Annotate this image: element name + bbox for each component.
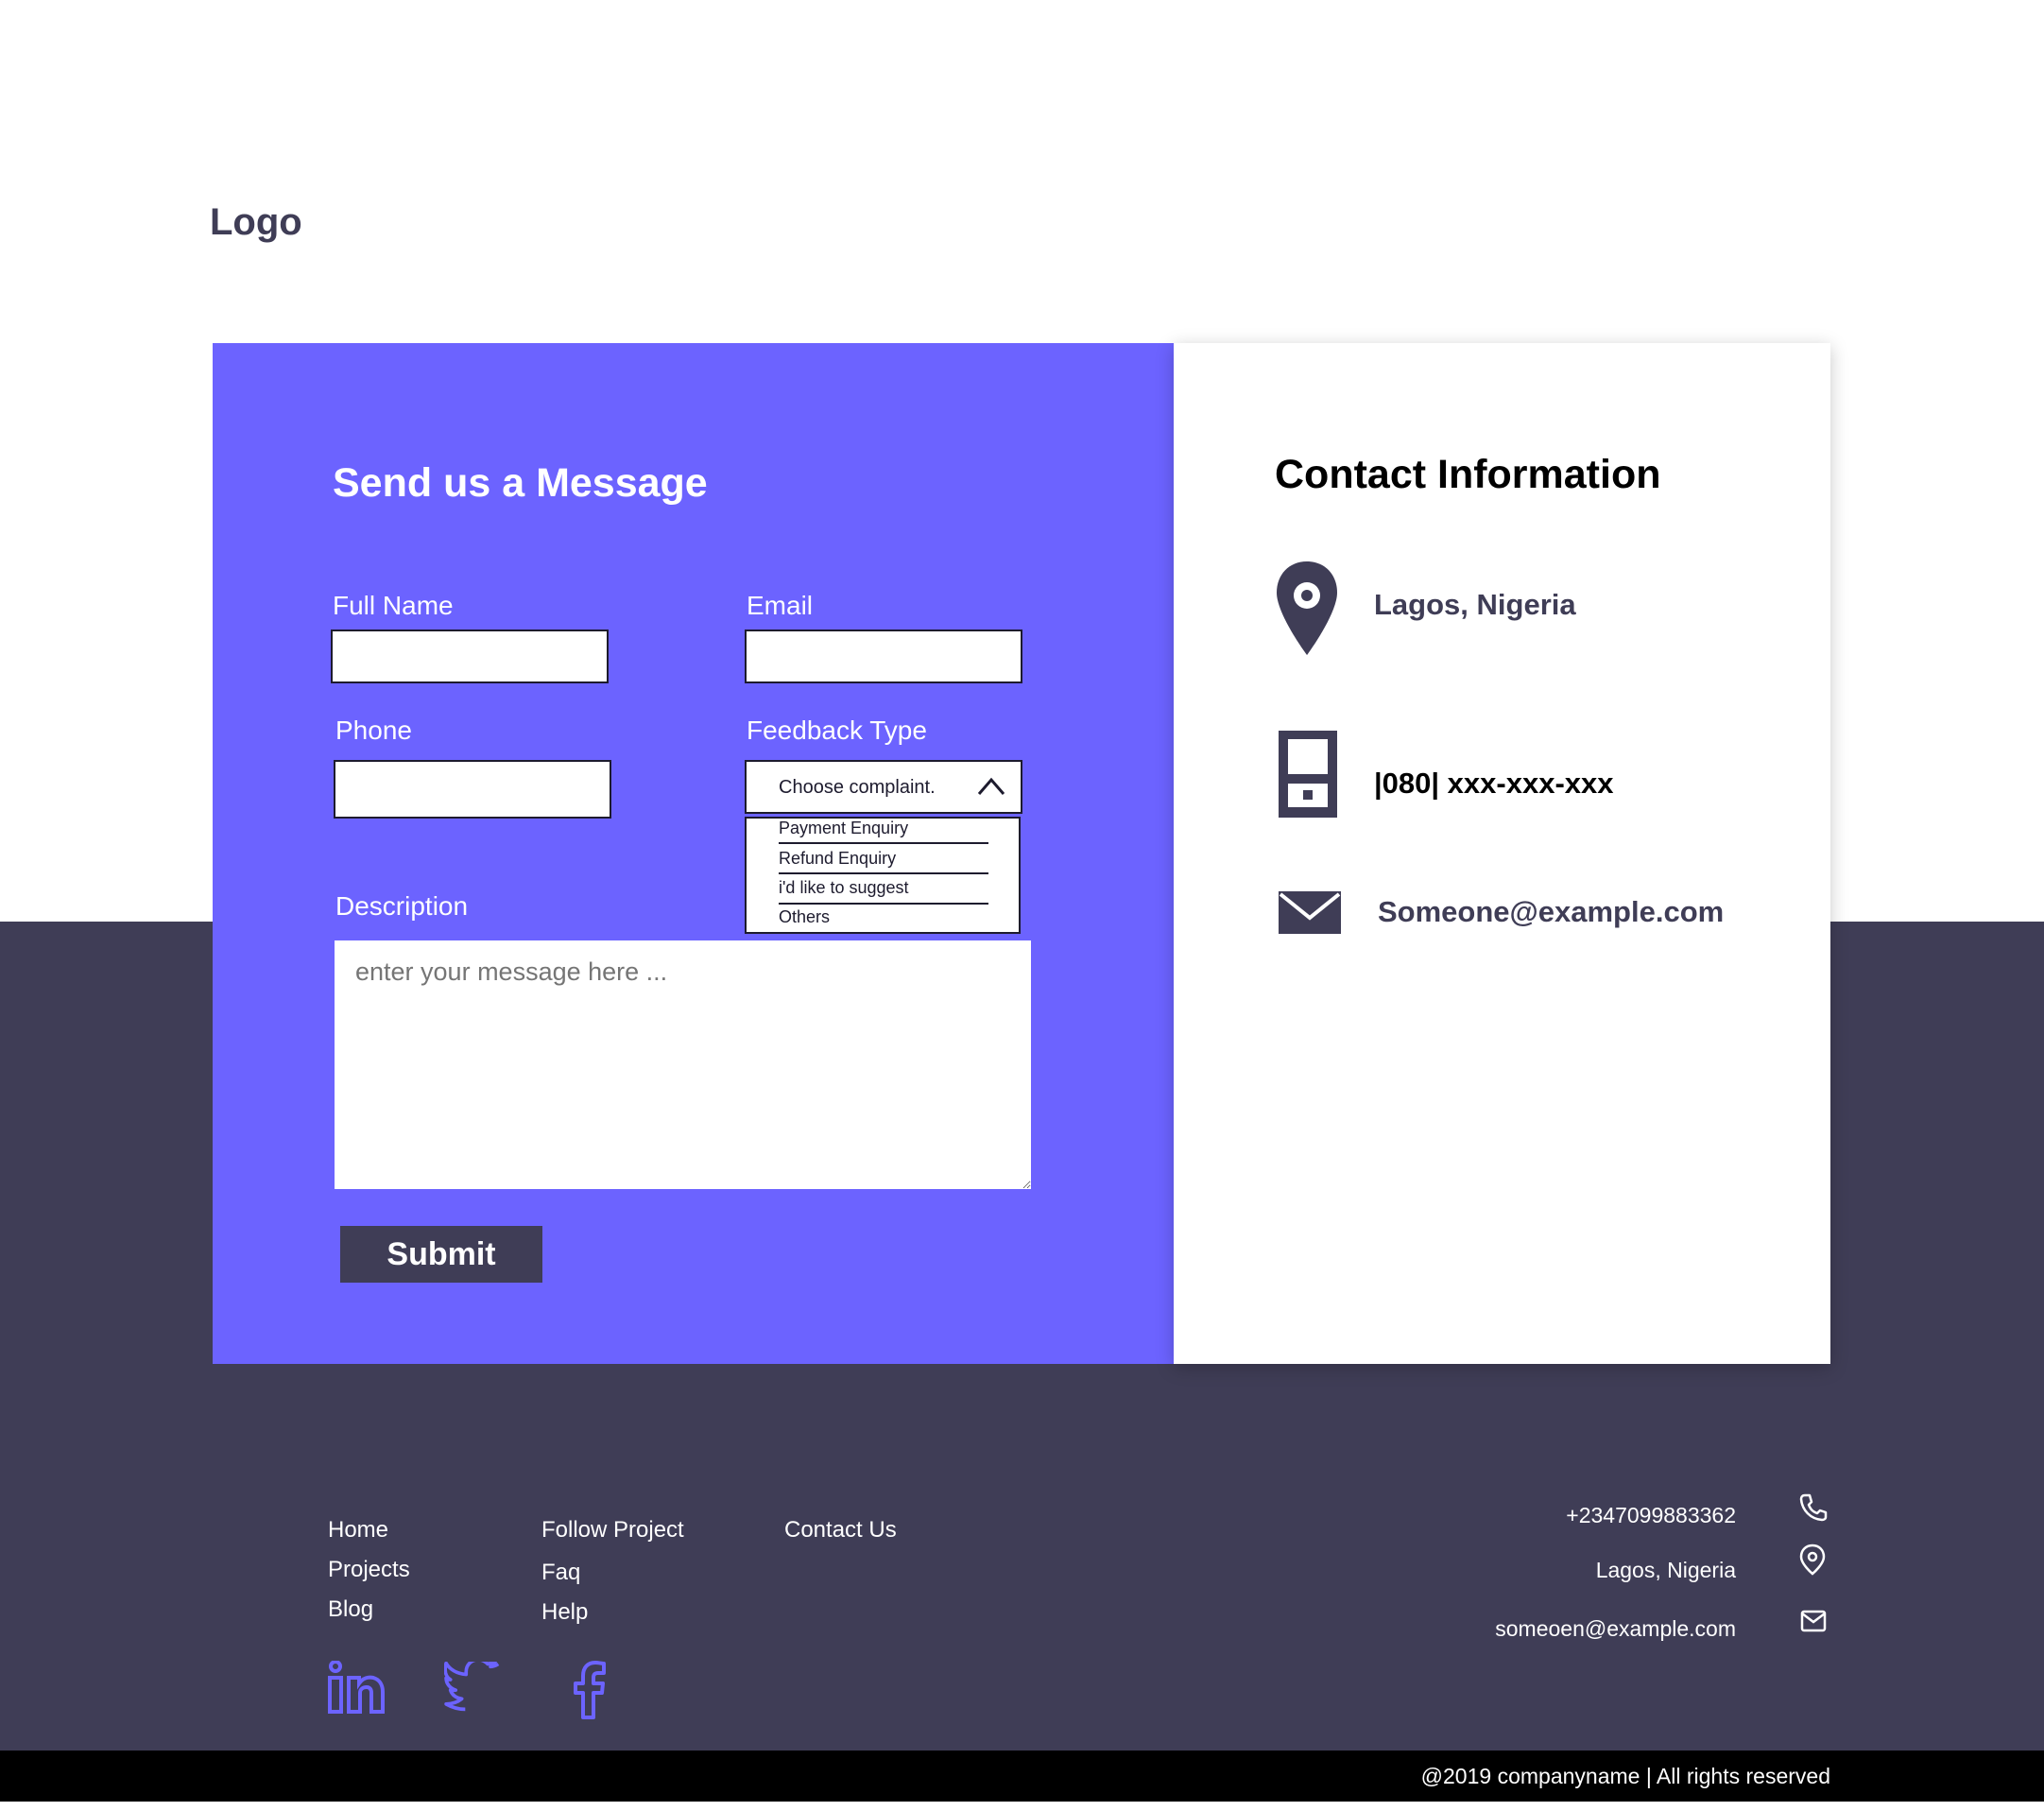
contact-info-title: Contact Information bbox=[1275, 452, 1661, 497]
logo[interactable]: Logo bbox=[210, 201, 302, 244]
footer-link-projects[interactable]: Projects bbox=[328, 1557, 410, 1583]
mail-icon bbox=[1279, 891, 1341, 934]
facebook-icon[interactable] bbox=[573, 1661, 607, 1719]
description-label: Description bbox=[335, 891, 469, 921]
feedback-type-dropdown: Payment Enquiry Refund Enquiry i'd like … bbox=[745, 817, 1021, 934]
feedback-type-select[interactable]: Choose complaint. bbox=[745, 760, 1022, 814]
form-title: Send us a Message bbox=[333, 460, 708, 506]
footer-link-faq[interactable]: Faq bbox=[541, 1560, 580, 1586]
footer-link-home[interactable]: Home bbox=[328, 1517, 388, 1544]
contact-email[interactable]: Someone@example.com bbox=[1378, 895, 1724, 929]
linkedin-icon[interactable] bbox=[327, 1661, 386, 1714]
feedback-type-selected: Choose complaint. bbox=[779, 777, 936, 798]
footer-phone: +2347099883362 bbox=[1566, 1503, 1736, 1527]
phone-label: Phone bbox=[335, 716, 412, 745]
location-pin-icon bbox=[1277, 561, 1337, 655]
option-divider bbox=[779, 842, 988, 844]
envelope-outline-icon bbox=[1800, 1610, 1827, 1632]
email-input[interactable] bbox=[745, 630, 1022, 683]
email-label: Email bbox=[747, 591, 814, 620]
full-name-input[interactable] bbox=[331, 630, 609, 683]
footer-link-follow-project[interactable]: Follow Project bbox=[541, 1517, 684, 1544]
description-textarea[interactable] bbox=[335, 940, 1031, 1189]
option-divider bbox=[779, 872, 988, 874]
dropdown-option-payment-enquiry[interactable]: Payment Enquiry bbox=[779, 819, 908, 838]
feedback-type-label: Feedback Type bbox=[747, 716, 927, 745]
footer-email[interactable]: someoen@example.com bbox=[1495, 1616, 1736, 1642]
dropdown-option-refund-enquiry[interactable]: Refund Enquiry bbox=[779, 849, 896, 869]
twitter-icon[interactable] bbox=[444, 1662, 503, 1713]
footer-location: Lagos, Nigeria bbox=[1595, 1558, 1736, 1582]
contact-phone: |080| xxx-xxx-xxx bbox=[1374, 767, 1614, 800]
phone-device-icon bbox=[1279, 731, 1337, 818]
chevron-up-icon bbox=[977, 777, 1005, 795]
full-name-label: Full Name bbox=[333, 591, 454, 620]
footer-link-help[interactable]: Help bbox=[541, 1599, 588, 1626]
submit-button[interactable]: Submit bbox=[340, 1226, 542, 1283]
dropdown-option-suggest[interactable]: i'd like to suggest bbox=[779, 878, 909, 898]
phone-icon bbox=[1799, 1493, 1828, 1522]
dropdown-option-others[interactable]: Others bbox=[779, 907, 830, 927]
location-pin-outline-icon bbox=[1799, 1544, 1826, 1576]
footer-link-blog[interactable]: Blog bbox=[328, 1596, 373, 1623]
footer-link-contact-us[interactable]: Contact Us bbox=[784, 1517, 897, 1544]
copyright-text: @2019 companyname | All rights reserved bbox=[1420, 1764, 1830, 1788]
contact-location: Lagos, Nigeria bbox=[1374, 588, 1576, 621]
phone-input[interactable] bbox=[334, 760, 611, 819]
option-divider bbox=[779, 903, 988, 905]
